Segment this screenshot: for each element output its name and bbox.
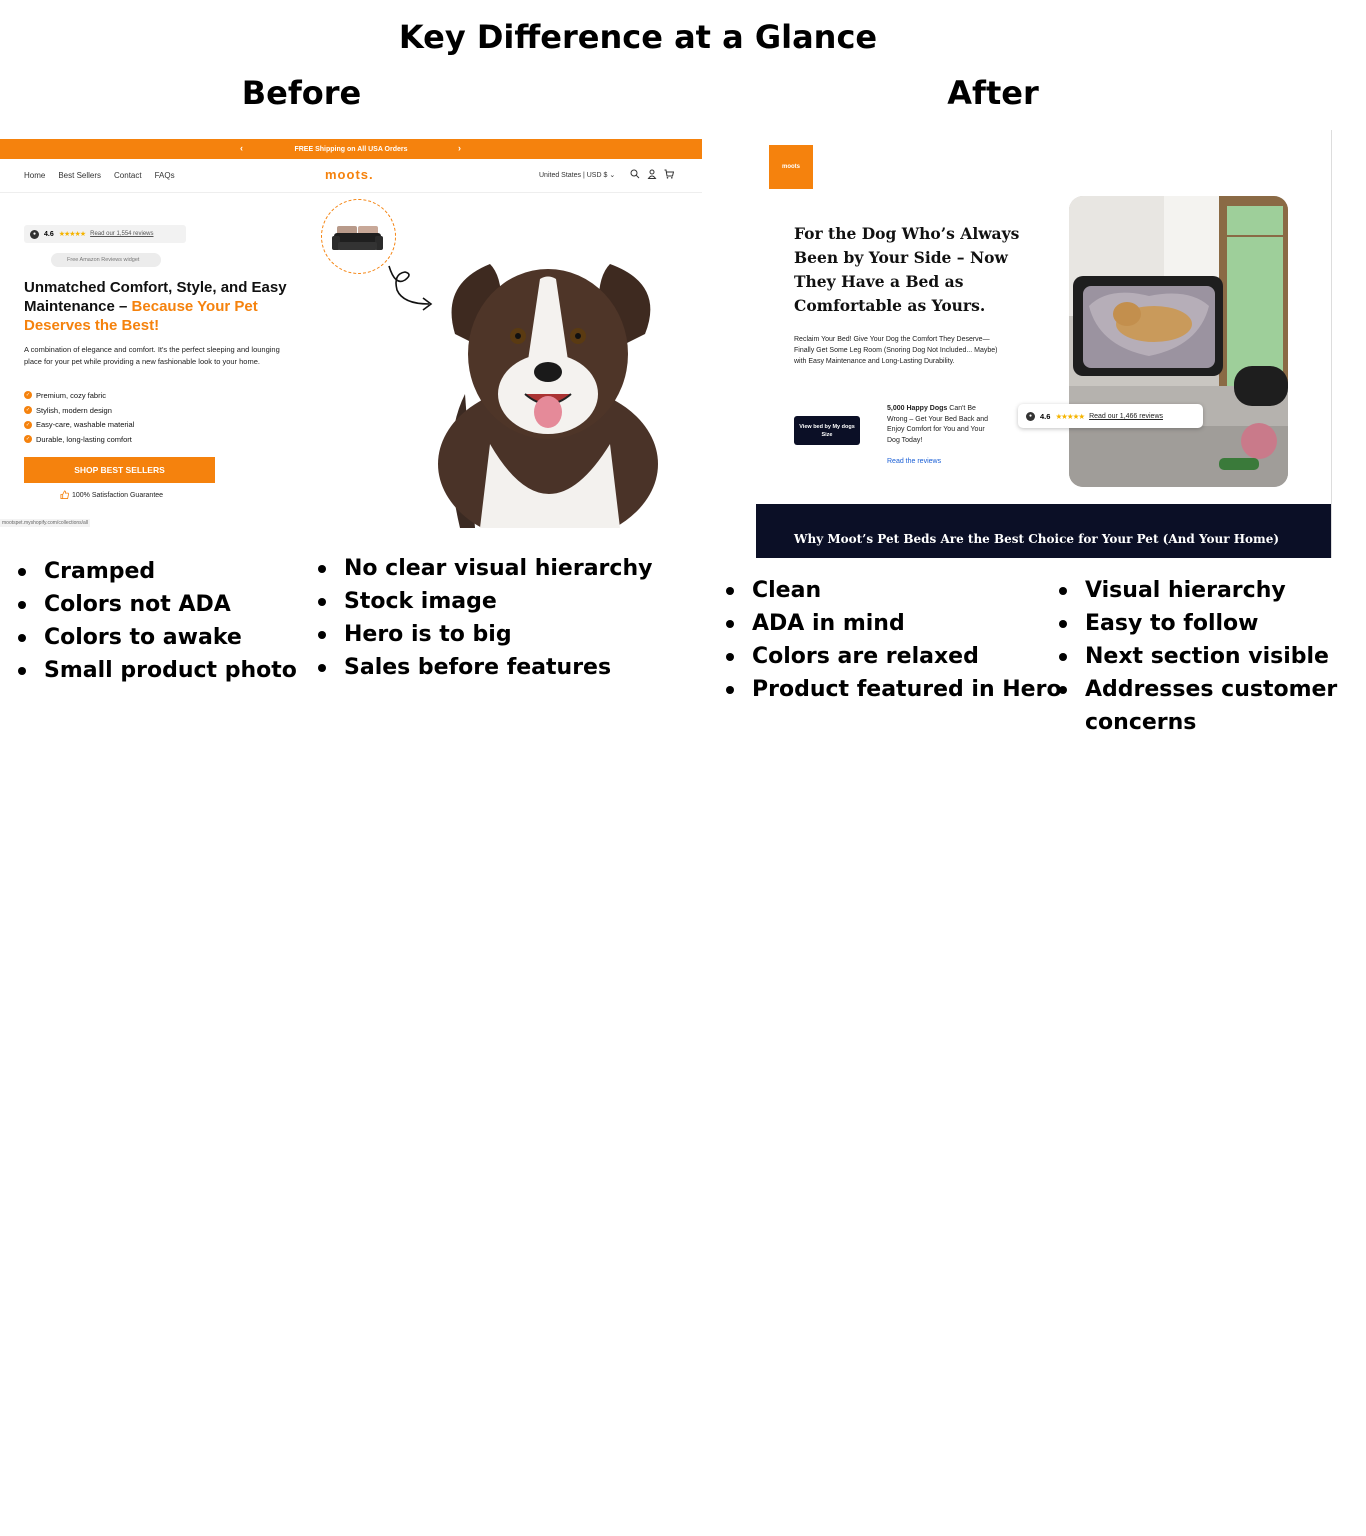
nav-link-contact[interactable]: Contact bbox=[114, 171, 142, 180]
feature-label: Durable, long-lasting comfort bbox=[36, 434, 132, 444]
list-item: Product featured in Hero bbox=[726, 673, 1062, 706]
check-icon: ✓ bbox=[24, 420, 32, 429]
next-section-title: Why Moot’s Pet Beds Are the Best Choice … bbox=[794, 532, 1280, 546]
widget-label: Free Amazon Reviews widget bbox=[67, 257, 140, 263]
status-url: mootspet.myshopify.com/collections/all bbox=[0, 519, 91, 527]
before-notes-list: No clear visual hierarchy Stock image He… bbox=[318, 552, 652, 684]
shop-best-sellers-button[interactable]: SHOP BEST SELLERS bbox=[24, 457, 215, 483]
locale-selector[interactable]: United States | USD $ ⌄ bbox=[539, 171, 615, 179]
hero-headline: Unmatched Comfort, Style, and Easy Maint… bbox=[24, 278, 299, 335]
list-item: Addresses customer concerns bbox=[1059, 673, 1359, 739]
chevron-right-icon[interactable]: › bbox=[458, 143, 461, 153]
next-section-banner: Why Moot’s Pet Beds Are the Best Choice … bbox=[756, 504, 1331, 558]
top-nav: Home Best Sellers Contact FAQs moots. Un… bbox=[0, 159, 702, 193]
list-item: ADA in mind bbox=[726, 607, 1062, 640]
reviews-app-icon: ● bbox=[30, 229, 39, 239]
brand-logo[interactable]: moots bbox=[769, 145, 813, 189]
nav-link-home[interactable]: Home bbox=[24, 171, 45, 180]
product-lifestyle-photo bbox=[1069, 196, 1288, 487]
social-proof-text: 5,000 Happy Dogs Can't Be Wrong – Get Yo… bbox=[887, 404, 997, 446]
read-reviews-link[interactable]: Read the reviews bbox=[887, 458, 941, 465]
dog-on-bed-image bbox=[1069, 196, 1288, 487]
guarantee-note: 100% Satisfaction Guarantee bbox=[60, 490, 163, 501]
list-item: Colors not ADA bbox=[18, 588, 297, 621]
list-item: Colors to awake bbox=[18, 621, 297, 654]
list-item: Cramped bbox=[18, 555, 297, 588]
banner-text: FREE Shipping on All USA Orders bbox=[294, 145, 408, 153]
before-notes-list: Cramped Colors not ADA Colors to awake S… bbox=[18, 555, 297, 687]
check-icon: ✓ bbox=[24, 406, 32, 415]
chevron-left-icon[interactable]: ‹ bbox=[240, 143, 243, 153]
user-icon[interactable] bbox=[647, 169, 657, 179]
reviews-widget-badge[interactable]: Free Amazon Reviews widget bbox=[51, 253, 161, 267]
brand-logo[interactable]: moots. bbox=[325, 167, 374, 182]
feature-label: Stylish, modern design bbox=[36, 405, 112, 415]
headline-emphasis: Your Side bbox=[868, 248, 952, 267]
list-item: Sales before features bbox=[318, 651, 652, 684]
rating-summary: ● 4.6 ★★★★★ Read our 1,554 reviews bbox=[24, 225, 186, 243]
reviews-link[interactable]: Read our 1,466 reviews bbox=[1089, 413, 1163, 420]
hero-subtext: Reclaim Your Bed! Give Your Dog the Comf… bbox=[794, 336, 998, 365]
social-proof-bold: 5,000 Happy Dogs bbox=[887, 405, 948, 412]
view-bed-by-size-button[interactable]: View bed by My dogs Size bbox=[794, 416, 860, 445]
feature-label: Premium, cozy fabric bbox=[36, 390, 107, 400]
list-item: No clear visual hierarchy bbox=[318, 552, 652, 585]
list-item: Visual hierarchy bbox=[1059, 574, 1359, 607]
sofa-bed-image bbox=[332, 226, 383, 250]
rating-value: 4.6 bbox=[1040, 411, 1051, 421]
star-icon: ★★★★★ bbox=[58, 231, 86, 238]
after-notes-list: Clean ADA in mind Colors are relaxed Pro… bbox=[726, 574, 1062, 706]
rating-value: 4.6 bbox=[44, 230, 54, 238]
after-screenshot: moots For the Dog Who’s Always Been by Y… bbox=[756, 130, 1332, 558]
header-icons bbox=[630, 169, 675, 179]
list-item: Easy to follow bbox=[1059, 607, 1359, 640]
cart-icon[interactable] bbox=[664, 169, 675, 179]
feature-label: Easy-care, washable material bbox=[36, 420, 135, 430]
chevron-down-icon: ⌄ bbox=[609, 172, 616, 179]
list-item: Hero is to big bbox=[318, 618, 652, 651]
list-item: Small product photo bbox=[18, 654, 297, 687]
announcement-banner: ‹ FREE Shipping on All USA Orders › bbox=[0, 139, 702, 159]
product-thumbnail bbox=[321, 199, 396, 274]
guarantee-text: 100% Satisfaction Guarantee bbox=[72, 492, 164, 499]
check-icon: ✓ bbox=[24, 391, 32, 400]
feature-list: ✓ Premium, cozy fabric ✓ Stylish, modern d… bbox=[24, 388, 134, 447]
before-screenshot: ‹ FREE Shipping on All USA Orders › Home… bbox=[0, 139, 702, 528]
headline-emphasis: Yours. bbox=[931, 296, 986, 315]
list-item: Clean bbox=[726, 574, 1062, 607]
feature-item: ✓ Durable, long-lasting comfort bbox=[24, 432, 134, 447]
hero-headline: For the Dog Who’s Always Been by Your Si… bbox=[794, 222, 1039, 318]
check-icon: ✓ bbox=[24, 435, 32, 444]
hero-description: A combination of elegance and comfort. I… bbox=[24, 345, 280, 366]
after-notes-list: Visual hierarchy Easy to follow Next sec… bbox=[1059, 574, 1359, 739]
star-icon: ★★★★★ bbox=[1055, 411, 1085, 421]
feature-item: ✓ Premium, cozy fabric bbox=[24, 388, 134, 403]
thumbs-up-icon bbox=[60, 490, 69, 501]
feature-item: ✓ Easy-care, washable material bbox=[24, 417, 134, 432]
nav-link-faqs[interactable]: FAQs bbox=[155, 171, 175, 180]
search-icon[interactable] bbox=[630, 169, 640, 179]
list-item: Next section visible bbox=[1059, 640, 1359, 673]
nav-links: Home Best Sellers Contact FAQs bbox=[24, 171, 175, 180]
feature-item: ✓ Stylish, modern design bbox=[24, 403, 134, 418]
rating-summary: ● 4.6 ★★★★★ Read our 1,466 reviews bbox=[1018, 404, 1203, 428]
page-title: Key Difference at a Glance bbox=[398, 18, 878, 56]
locale-label: United States | USD $ bbox=[539, 172, 608, 179]
list-item: Stock image bbox=[318, 585, 652, 618]
after-heading: After bbox=[947, 74, 1039, 112]
before-heading: Before bbox=[241, 74, 362, 112]
reviews-app-icon: ● bbox=[1026, 411, 1035, 421]
dog-stock-photo bbox=[438, 264, 658, 528]
list-item: Colors are relaxed bbox=[726, 640, 1062, 673]
nav-link-best-sellers[interactable]: Best Sellers bbox=[58, 171, 101, 180]
reviews-link[interactable]: Read our 1,554 reviews bbox=[90, 231, 153, 237]
